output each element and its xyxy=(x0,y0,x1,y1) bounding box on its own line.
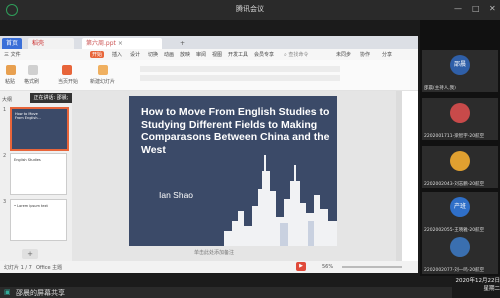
add-note-placeholder[interactable]: 单击此处添加备注 xyxy=(194,249,234,256)
shared-screen: 首页 稻壳 第六周.ppt × + 三 文件 开始 插入 设计 切换 动画 放映… xyxy=(0,36,418,273)
avatar xyxy=(450,103,470,123)
thumb-title: How to Move From English... xyxy=(15,112,41,120)
slide-thumbnails-panel: 大纲 正在讲话: 邵晨; 1 How to Move From English.… xyxy=(0,91,72,261)
menu-transitions[interactable]: 切换 xyxy=(148,51,158,58)
city-skyline-image xyxy=(224,155,337,246)
current-slide[interactable]: How to Move From English Studies to Stud… xyxy=(129,96,337,246)
speaking-indicator: 正在讲话: 邵晨; xyxy=(30,93,72,103)
participant-tile[interactable]: 邵晨 邵晨(主持人,我) xyxy=(422,50,498,92)
menu-view[interactable]: 视图 xyxy=(212,51,222,58)
tab-daoke[interactable]: 稻壳 xyxy=(28,38,74,49)
tab-ppt[interactable]: 第六周.ppt × xyxy=(82,38,162,49)
menu-file[interactable]: 三 文件 xyxy=(4,51,21,58)
menu-dev[interactable]: 开发工具 xyxy=(228,51,248,58)
tab-home[interactable]: 首页 xyxy=(2,38,23,49)
slide-thumb-2[interactable]: English Studies xyxy=(10,153,67,195)
clock-weekday: 星期二 xyxy=(483,286,500,292)
menu-design[interactable]: 设计 xyxy=(130,51,140,58)
app-tabbar: 首页 稻壳 第六周.ppt × + xyxy=(0,36,418,49)
zoom-level: 56% xyxy=(322,264,334,270)
participant-name: 2202002043-刘志鹏-20航空 xyxy=(424,182,485,187)
screen-share-label: 邵晨的屏幕共享 xyxy=(16,289,65,297)
paragraph-controls[interactable] xyxy=(140,75,340,81)
slide-thumb-1[interactable]: How to Move From English... xyxy=(10,107,69,151)
theme-name: Office 主题 xyxy=(36,265,63,271)
participant-gallery: 邵晨 邵晨(主持人,我) 2202001711-梁智宇-20航空 2202002… xyxy=(420,20,500,276)
menu-member[interactable]: 会员专享 xyxy=(254,51,274,58)
vertical-scrollbar[interactable] xyxy=(396,91,402,261)
minimize-icon[interactable]: — xyxy=(454,4,462,13)
participant-tile[interactable]: 产班 2202002055-王晓雅-20航空 xyxy=(422,192,498,234)
daoke-label: 稻壳 xyxy=(32,40,45,47)
slide-title: How to Move From English Studies to Stud… xyxy=(141,106,330,156)
zoom-slider[interactable] xyxy=(342,266,402,268)
play-slideshow-icon[interactable]: ▶ xyxy=(296,262,306,271)
sync-status[interactable]: 未同步 xyxy=(336,51,351,58)
system-clock: 2020年12月22日 星期二 xyxy=(452,276,500,298)
screen-share-icon: ▣ xyxy=(4,288,11,296)
search-command-input[interactable]: ⌕ 查找命令 xyxy=(284,51,308,58)
add-slide-button[interactable]: + xyxy=(22,249,38,259)
format-painter-icon[interactable] xyxy=(28,65,38,75)
slide-count: 幻灯片 1 / 7 xyxy=(4,265,32,271)
menu-review[interactable]: 审阅 xyxy=(196,51,206,58)
outline-tab[interactable]: 大纲 xyxy=(2,96,12,103)
menu-animation[interactable]: 动画 xyxy=(164,51,174,58)
ppt-tab-label: 第六周.ppt xyxy=(86,40,116,47)
paste-label: 粘贴 xyxy=(5,79,16,85)
menu-insert[interactable]: 插入 xyxy=(112,51,122,58)
clock-date: 2020年12月22日 xyxy=(455,278,500,284)
avatar: 产班 xyxy=(450,197,470,217)
menu-slideshow[interactable]: 放映 xyxy=(180,51,190,58)
meeting-titlebar: 腾讯会议 — □ ✕ xyxy=(0,0,500,20)
avatar xyxy=(450,237,470,257)
slide-thumb-3[interactable]: • Lorem ipsum text xyxy=(10,199,67,241)
ribbon-toolbar: 粘贴 格式刷 当页开始 新建幻灯片 xyxy=(0,60,418,91)
current-start-label: 当页开始 xyxy=(58,79,79,85)
thumb-title: English Studies xyxy=(14,158,41,162)
new-slide-icon[interactable] xyxy=(98,65,108,75)
screen-share-bar: ▣ 邵晨的屏幕共享 xyxy=(0,287,500,298)
participant-tile[interactable]: 2202002077-刘一鸣-20航空 xyxy=(422,232,498,274)
participant-name: 2202002077-刘一鸣-20航空 xyxy=(424,268,485,273)
share-button[interactable]: 分享 xyxy=(382,51,392,58)
status-bar: 幻灯片 1 / 7 Office 主题 ▶ 56% xyxy=(0,261,418,273)
format-painter-label: 格式刷 xyxy=(24,79,40,85)
current-start-icon[interactable] xyxy=(62,65,72,75)
maximize-icon[interactable]: □ xyxy=(472,4,480,13)
menu-start[interactable]: 开始 xyxy=(90,51,105,58)
participant-tile[interactable]: 2202001711-梁智宇-20航空 xyxy=(422,98,498,140)
menu-bar: 三 文件 开始 插入 设计 切换 动画 放映 审阅 视图 开发工具 会员专享 ⌕… xyxy=(0,49,418,60)
slide-canvas-area: How to Move From English Studies to Stud… xyxy=(72,91,402,261)
participant-name: 邵晨(主持人,我) xyxy=(424,86,456,91)
thumb-number: 1 xyxy=(3,107,7,113)
avatar: 邵晨 xyxy=(450,55,470,75)
participant-tile[interactable]: 2202002043-刘志鹏-20航空 xyxy=(422,146,498,188)
thumb-number: 2 xyxy=(3,153,7,159)
collab-button[interactable]: 协作 xyxy=(360,51,370,58)
new-slide-label: 新建幻灯片 xyxy=(90,79,116,85)
close-icon[interactable]: ✕ xyxy=(489,4,496,13)
meeting-title: 腾讯会议 xyxy=(236,5,264,13)
slide-author: Ian Shao xyxy=(159,190,194,200)
font-controls[interactable] xyxy=(140,66,340,72)
thumb-number: 3 xyxy=(3,199,7,205)
search-command-label: 查找命令 xyxy=(288,52,309,58)
tab-close-icon[interactable]: × xyxy=(118,40,123,47)
thumb-title: • Lorem ipsum text xyxy=(14,204,48,208)
search-icon: ⌕ xyxy=(284,52,287,58)
new-tab-button[interactable]: + xyxy=(176,38,189,49)
participant-name: 2202001711-梁智宇-20航空 xyxy=(424,134,485,139)
avatar xyxy=(450,151,470,171)
paste-icon[interactable] xyxy=(6,65,16,75)
